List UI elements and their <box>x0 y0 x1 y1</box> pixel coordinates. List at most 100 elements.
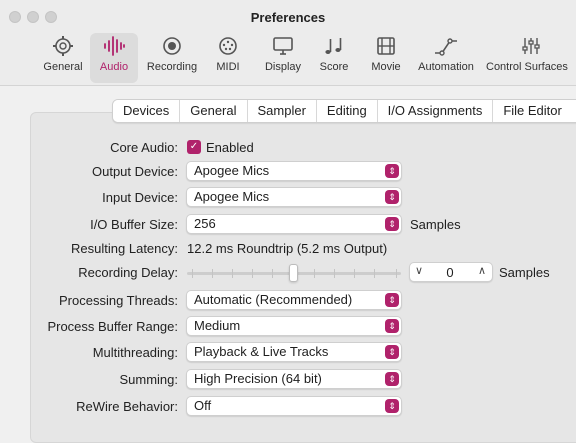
process-buffer-popup[interactable]: Medium ⇕ <box>186 316 402 336</box>
summing-row: Summing: High Precision (64 bit) ⇕ <box>0 369 576 391</box>
input-device-row: Input Device: Apogee Mics ⇕ <box>0 187 576 209</box>
rewire-value: Off <box>194 398 212 413</box>
toolbar-midi[interactable]: MIDI <box>207 33 249 83</box>
popup-chevron-icon: ⇕ <box>385 164 399 178</box>
processing-threads-row: Processing Threads: Automatic (Recommend… <box>0 290 576 312</box>
io-buffer-label: I/O Buffer Size: <box>90 217 178 232</box>
toolbar-label: Display <box>264 61 302 73</box>
multithreading-row: Multithreading: Playback & Live Tracks ⇕ <box>0 342 576 364</box>
summing-label: Summing: <box>119 372 178 387</box>
popup-chevron-icon: ⇕ <box>385 345 399 359</box>
latency-row: Resulting Latency: 12.2 ms Roundtrip (5.… <box>0 238 576 260</box>
toolbar-control-surfaces[interactable]: Control Surfaces <box>486 33 576 83</box>
subtab-general[interactable]: General <box>180 100 248 122</box>
output-device-row: Output Device: Apogee Mics ⇕ <box>0 161 576 183</box>
subtab-bar: Devices General Sampler Editing I/O Assi… <box>112 99 576 123</box>
midi-icon <box>219 37 237 55</box>
toolbar-label: Movie <box>371 61 401 73</box>
output-device-label: Output Device: <box>92 164 178 179</box>
process-buffer-label: Process Buffer Range: <box>47 319 178 334</box>
slider-tick <box>314 269 315 278</box>
multithreading-value: Playback & Live Tracks <box>194 344 329 359</box>
processing-threads-label: Processing Threads: <box>59 293 178 308</box>
rewire-popup[interactable]: Off ⇕ <box>186 396 402 416</box>
gear-icon <box>53 36 73 56</box>
toolbar-movie[interactable]: Movie <box>364 33 408 83</box>
toolbar-label: Audio <box>99 61 129 73</box>
multithreading-label: Multithreading: <box>92 345 178 360</box>
process-buffer-row: Process Buffer Range: Medium ⇕ <box>0 316 576 338</box>
toolbar-recording[interactable]: Recording <box>143 33 201 83</box>
summing-value: High Precision (64 bit) <box>194 371 322 386</box>
chevron-up-icon[interactable]: ∧ <box>478 264 486 277</box>
automation-icon <box>435 38 457 56</box>
io-buffer-popup[interactable]: 256 ⇕ <box>186 214 402 234</box>
toolbar-audio[interactable]: Audio <box>90 33 138 83</box>
slider-tick <box>212 269 213 278</box>
subtab-file-editor[interactable]: File Editor <box>493 100 572 122</box>
output-device-popup[interactable]: Apogee Mics ⇕ <box>186 161 402 181</box>
io-buffer-suffix: Samples <box>410 217 461 232</box>
recording-delay-label: Recording Delay: <box>78 265 178 280</box>
toolbar-label: Automation <box>418 61 474 73</box>
waveform-icon <box>104 36 125 56</box>
popup-chevron-icon: ⇕ <box>385 217 399 231</box>
recording-delay-slider-knob[interactable] <box>289 264 298 282</box>
slider-tick <box>272 269 273 278</box>
summing-popup[interactable]: High Precision (64 bit) ⇕ <box>186 369 402 389</box>
toolbar-display[interactable]: Display <box>258 33 308 83</box>
slider-tick <box>374 269 375 278</box>
slider-tick <box>252 269 253 278</box>
rewire-row: ReWire Behavior: Off ⇕ <box>0 396 576 418</box>
input-device-label: Input Device: <box>102 190 178 205</box>
toolbar-automation[interactable]: Automation <box>412 33 480 83</box>
popup-chevron-icon: ⇕ <box>385 319 399 333</box>
output-device-value: Apogee Mics <box>194 163 270 178</box>
processing-threads-popup[interactable]: Automatic (Recommended) ⇕ <box>186 290 402 310</box>
io-buffer-row: I/O Buffer Size: 256 ⇕ Samples <box>0 214 576 236</box>
multithreading-popup[interactable]: Playback & Live Tracks ⇕ <box>186 342 402 362</box>
toolbar-general[interactable]: General <box>38 33 88 83</box>
toolbar-score[interactable]: Score <box>314 33 354 83</box>
latency-label: Resulting Latency: <box>71 241 178 256</box>
process-buffer-value: Medium <box>194 318 241 333</box>
toolbar-label: General <box>43 61 83 73</box>
slider-tick <box>396 269 397 278</box>
display-icon <box>273 37 293 55</box>
core-audio-checkbox-label[interactable]: Enabled <box>206 140 254 155</box>
popup-chevron-icon: ⇕ <box>385 190 399 204</box>
subtab-sampler[interactable]: Sampler <box>248 100 317 122</box>
notes-icon <box>325 38 342 54</box>
slider-tick <box>232 269 233 278</box>
recording-delay-row: Recording Delay: ∨ 0 ∧ Samples <box>0 262 576 284</box>
processing-threads-value: Automatic (Recommended) <box>194 292 353 307</box>
core-audio-row: Core Audio: ✓ Enabled <box>0 137 576 159</box>
slider-tick <box>192 269 193 278</box>
chevron-down-icon[interactable]: ∨ <box>415 264 423 277</box>
input-device-popup[interactable]: Apogee Mics ⇕ <box>186 187 402 207</box>
core-audio-label: Core Audio: <box>110 140 178 155</box>
recording-delay-value[interactable]: 0 <box>440 265 460 280</box>
recording-delay-stepper[interactable]: ∨ 0 ∧ <box>409 262 493 282</box>
slider-tick <box>354 269 355 278</box>
subtab-devices[interactable]: Devices <box>113 100 181 122</box>
window-title: Preferences <box>250 10 326 25</box>
sliders-icon <box>522 38 540 54</box>
window-titlebar: Preferences General Audio Recording MIDI… <box>0 0 576 86</box>
popup-chevron-icon: ⇕ <box>385 372 399 386</box>
toolbar-label: Control Surfaces <box>486 61 568 73</box>
recording-delay-suffix: Samples <box>499 265 550 280</box>
latency-value: 12.2 ms Roundtrip (5.2 ms Output) <box>187 241 388 256</box>
subtab-editing[interactable]: Editing <box>317 100 378 122</box>
slider-tick <box>334 269 335 278</box>
rewire-label: ReWire Behavior: <box>76 399 178 414</box>
io-buffer-value: 256 <box>194 216 216 231</box>
popup-chevron-icon: ⇕ <box>385 293 399 307</box>
toolbar-label: MIDI <box>216 61 240 73</box>
popup-chevron-icon: ⇕ <box>385 399 399 413</box>
film-icon <box>377 37 395 55</box>
toolbar-label: Score <box>319 61 349 73</box>
core-audio-checkbox[interactable]: ✓ <box>187 140 201 154</box>
toolbar-label: Recording <box>146 61 198 73</box>
subtab-io-assignments[interactable]: I/O Assignments <box>378 100 494 122</box>
